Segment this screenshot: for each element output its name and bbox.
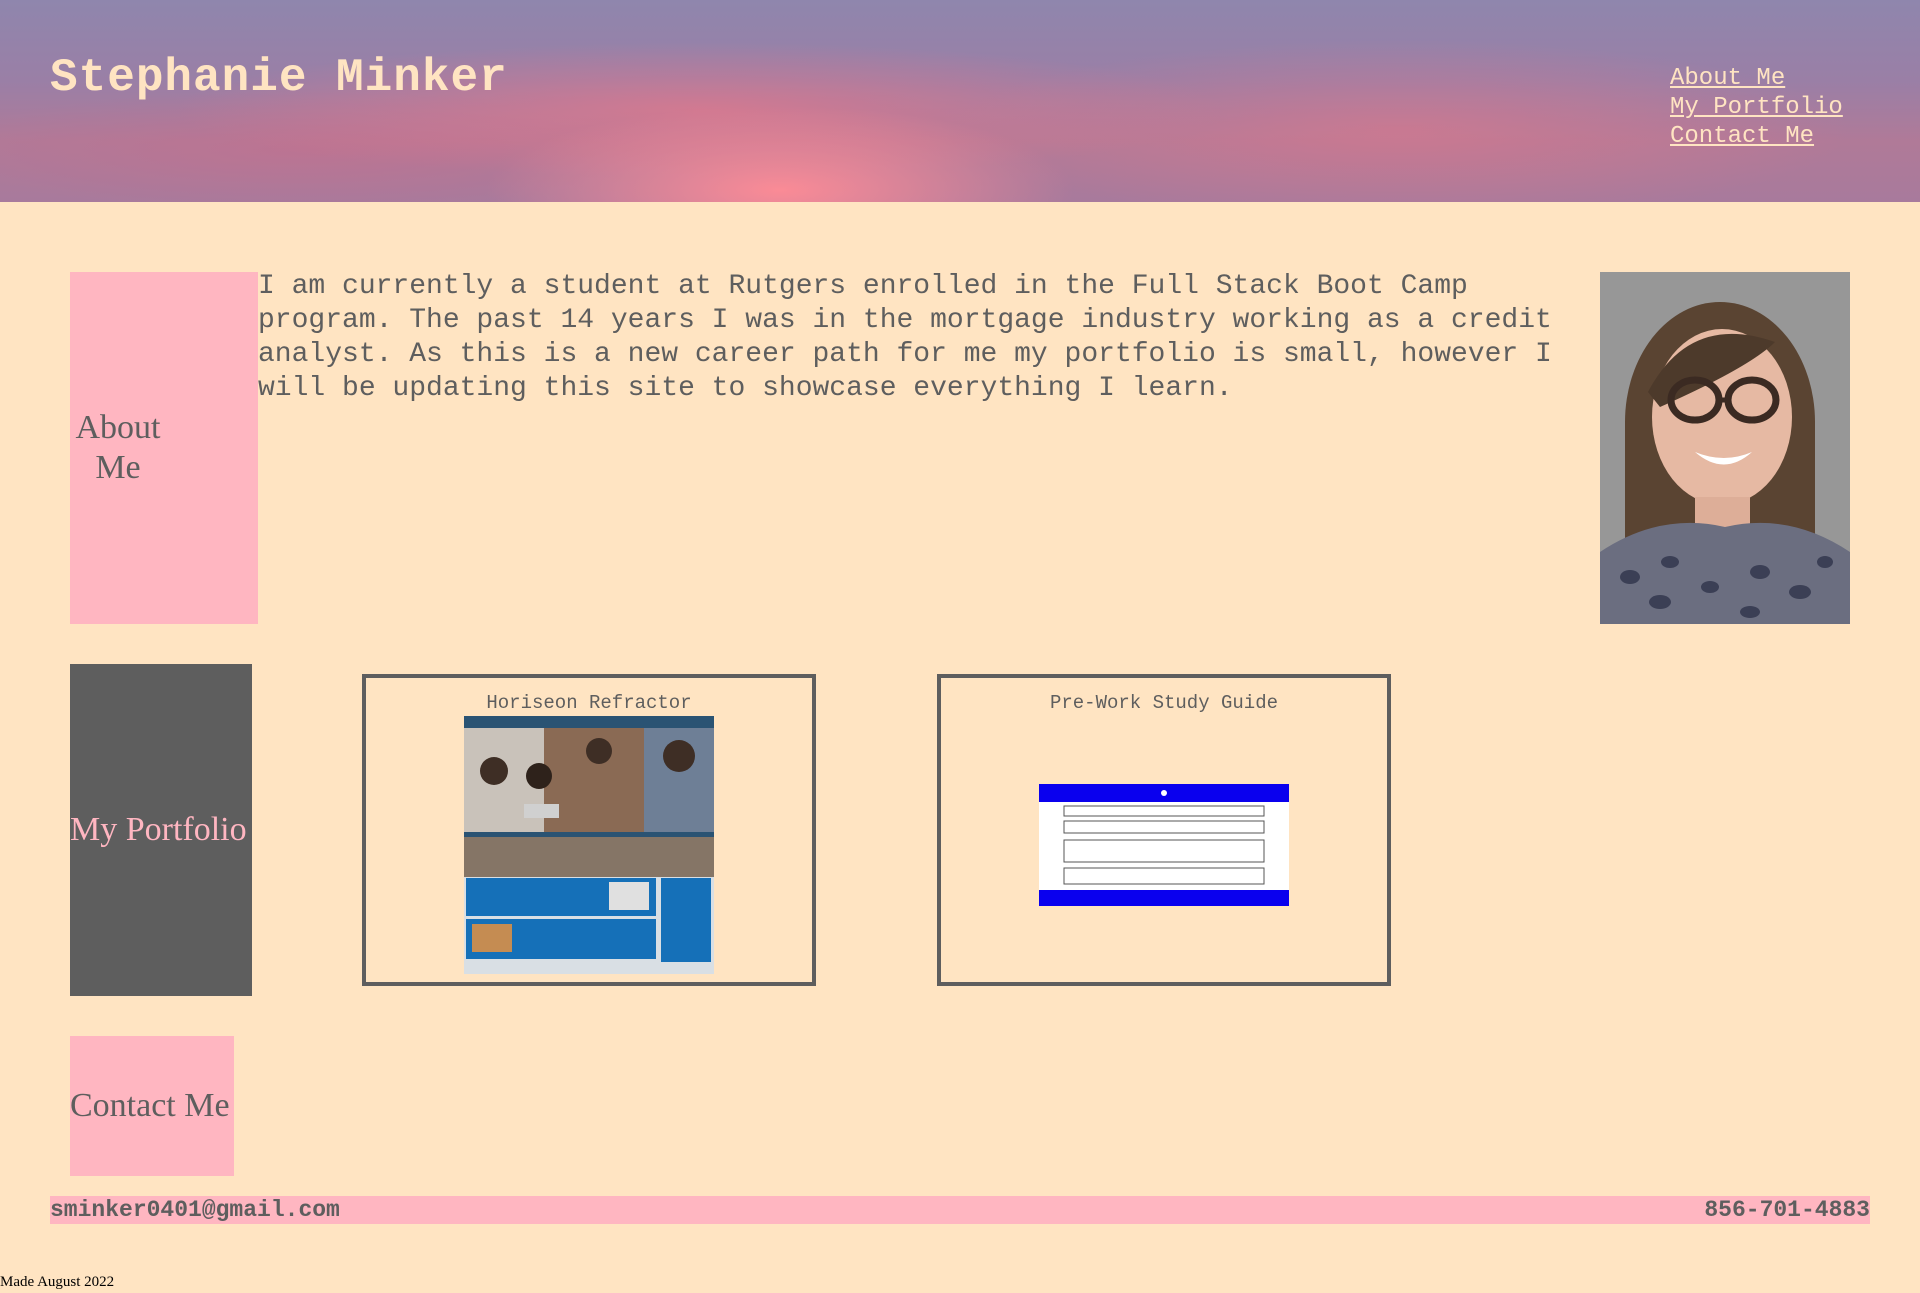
- project-card-prework[interactable]: Pre-Work Study Guide: [937, 674, 1391, 986]
- nav-link-about[interactable]: About Me: [1670, 64, 1843, 93]
- nav-link-portfolio[interactable]: My Portfolio: [1670, 93, 1843, 122]
- about-section-label: About Me: [70, 272, 258, 624]
- about-section-label-text: About Me: [75, 409, 161, 486]
- made-note: Made August 2022: [0, 1274, 115, 1290]
- contact-phone[interactable]: 856-701-4883: [1704, 1196, 1870, 1224]
- site-title: Stephanie Minker: [50, 52, 508, 104]
- about-paragraph: I am currently a student at Rutgers enro…: [258, 271, 1552, 404]
- prework-screenshot: [1039, 784, 1289, 906]
- project-title: Horiseon Refractor: [486, 692, 692, 714]
- horiseon-screenshot: [464, 716, 714, 974]
- contact-section-label: Contact Me: [70, 1036, 234, 1176]
- contact-email[interactable]: sminker0401@gmail.com: [50, 1196, 340, 1224]
- nav-link-contact[interactable]: Contact Me: [1670, 122, 1843, 151]
- project-card-horiseon[interactable]: Horiseon Refractor: [362, 674, 816, 986]
- project-thumbnail-horiseon[interactable]: [464, 716, 714, 974]
- main-nav: About Me My Portfolio Contact Me: [1670, 64, 1843, 151]
- site-header: Stephanie Minker About Me My Portfolio C…: [0, 0, 1920, 202]
- contact-section-label-text: Contact Me: [70, 1087, 230, 1124]
- portfolio-section-label-text: My Portfolio: [70, 811, 247, 848]
- profile-photo-image: [1600, 272, 1850, 624]
- profile-photo: [1600, 272, 1850, 624]
- contact-footer: sminker0401@gmail.com 856-701-4883: [50, 1196, 1870, 1224]
- project-thumbnail-prework[interactable]: [1039, 784, 1289, 906]
- portfolio-section-label: My Portfolio: [70, 664, 252, 996]
- project-title: Pre-Work Study Guide: [1049, 692, 1279, 714]
